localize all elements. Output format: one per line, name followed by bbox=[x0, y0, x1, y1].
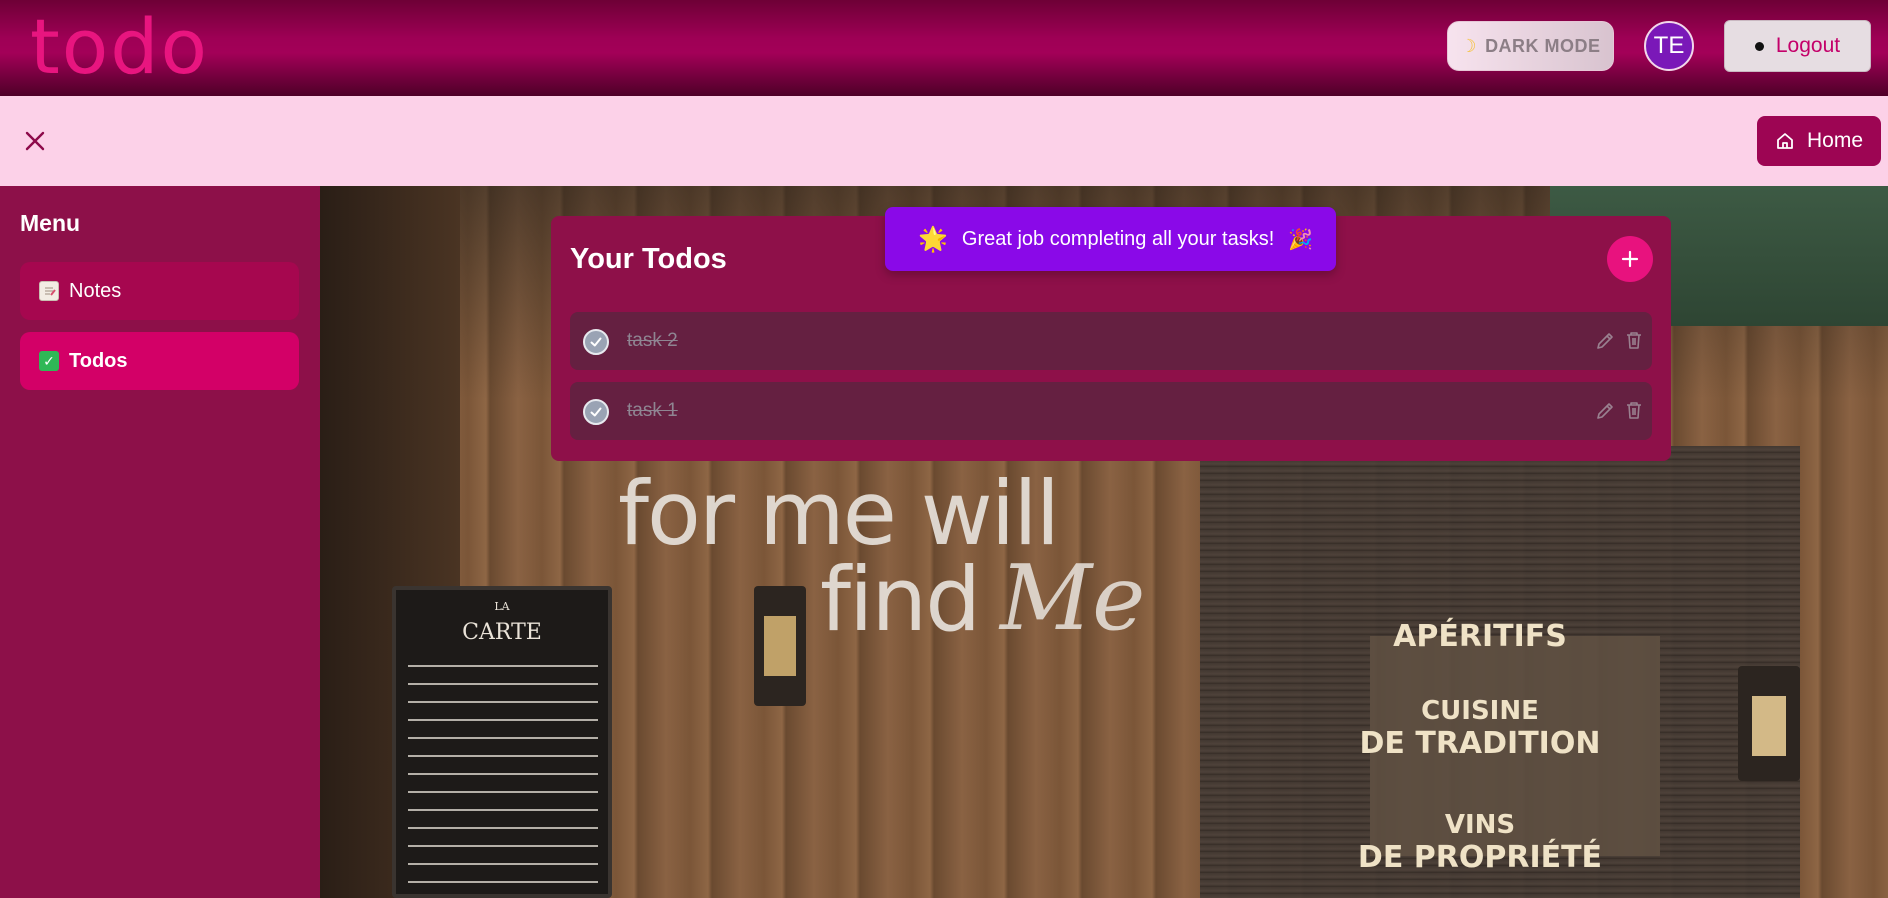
lamp-left bbox=[754, 586, 806, 706]
sidebar-item-label: Todos bbox=[69, 349, 128, 372]
menu-title: Menu bbox=[20, 210, 81, 236]
add-todo-button[interactable] bbox=[1607, 236, 1653, 282]
notepad-icon bbox=[39, 281, 59, 301]
logout-label: Logout bbox=[1775, 34, 1841, 57]
success-toast[interactable]: 🌟 Great job completing all your tasks! 🎉 bbox=[885, 207, 1336, 271]
dot-icon bbox=[1754, 41, 1764, 51]
sidebar-item-todos[interactable]: ✓ Todos bbox=[20, 332, 299, 390]
todo-checkbox[interactable] bbox=[583, 329, 609, 355]
board-lines bbox=[408, 656, 598, 896]
party-popper-icon: 🎉 bbox=[1288, 228, 1314, 251]
todo-checkbox[interactable] bbox=[583, 399, 609, 425]
plus-icon bbox=[1621, 250, 1639, 268]
dark-mode-toggle[interactable]: ☽ DARK MODE bbox=[1447, 21, 1614, 71]
todo-text: task 1 bbox=[627, 400, 678, 421]
check-icon bbox=[590, 407, 602, 417]
secondary-bar bbox=[0, 96, 1888, 186]
todo-item: task 2 bbox=[570, 312, 1652, 370]
sign-vins: VINS bbox=[1444, 810, 1516, 840]
moon-icon: ☽ bbox=[1460, 35, 1478, 56]
todo-text: task 2 bbox=[627, 330, 678, 351]
sidebar-item-label: Notes bbox=[69, 279, 122, 302]
logout-button[interactable]: Logout bbox=[1724, 20, 1871, 72]
home-button[interactable]: Home bbox=[1757, 116, 1881, 166]
app-logo[interactable]: todo bbox=[30, 2, 209, 91]
board-small-text: LA bbox=[494, 600, 510, 613]
sign-aperitifs: APÉRITIFS bbox=[1393, 619, 1567, 654]
sign-cuisine: CUISINE bbox=[1421, 696, 1539, 726]
close-icon[interactable] bbox=[22, 128, 48, 154]
star-icon: 🌟 bbox=[918, 225, 948, 253]
dark-mode-label: DARK MODE bbox=[1485, 35, 1601, 56]
board-title: CARTE bbox=[462, 620, 542, 645]
todo-item: task 1 bbox=[570, 382, 1652, 440]
trash-icon[interactable] bbox=[1623, 399, 1645, 421]
glass-text-line2: find bbox=[820, 548, 981, 651]
todos-title: Your Todos bbox=[570, 243, 727, 275]
top-header: todo ☽ DARK MODE TE Logout bbox=[0, 0, 1888, 96]
sign-propriete: DE PROPRIÉTÉ bbox=[1357, 840, 1603, 875]
sidebar-item-notes[interactable]: Notes bbox=[20, 262, 299, 320]
sign-tradition: DE TRADITION bbox=[1359, 726, 1601, 761]
sidebar: Menu Notes ✓ Todos bbox=[0, 186, 320, 898]
glass-text-line3: Me bbox=[1000, 546, 1146, 651]
lamp-right bbox=[1738, 666, 1800, 781]
trash-icon[interactable] bbox=[1623, 329, 1645, 351]
home-icon bbox=[1777, 133, 1793, 149]
menu-board: LA CARTE bbox=[392, 586, 612, 898]
home-label: Home bbox=[1806, 129, 1864, 152]
toast-message: Great job completing all your tasks! bbox=[961, 227, 1275, 250]
edit-icon[interactable] bbox=[1594, 330, 1616, 352]
edit-icon[interactable] bbox=[1594, 400, 1616, 422]
user-avatar[interactable]: TE bbox=[1644, 21, 1694, 71]
checkbox-icon: ✓ bbox=[39, 351, 59, 371]
check-icon bbox=[590, 337, 602, 347]
